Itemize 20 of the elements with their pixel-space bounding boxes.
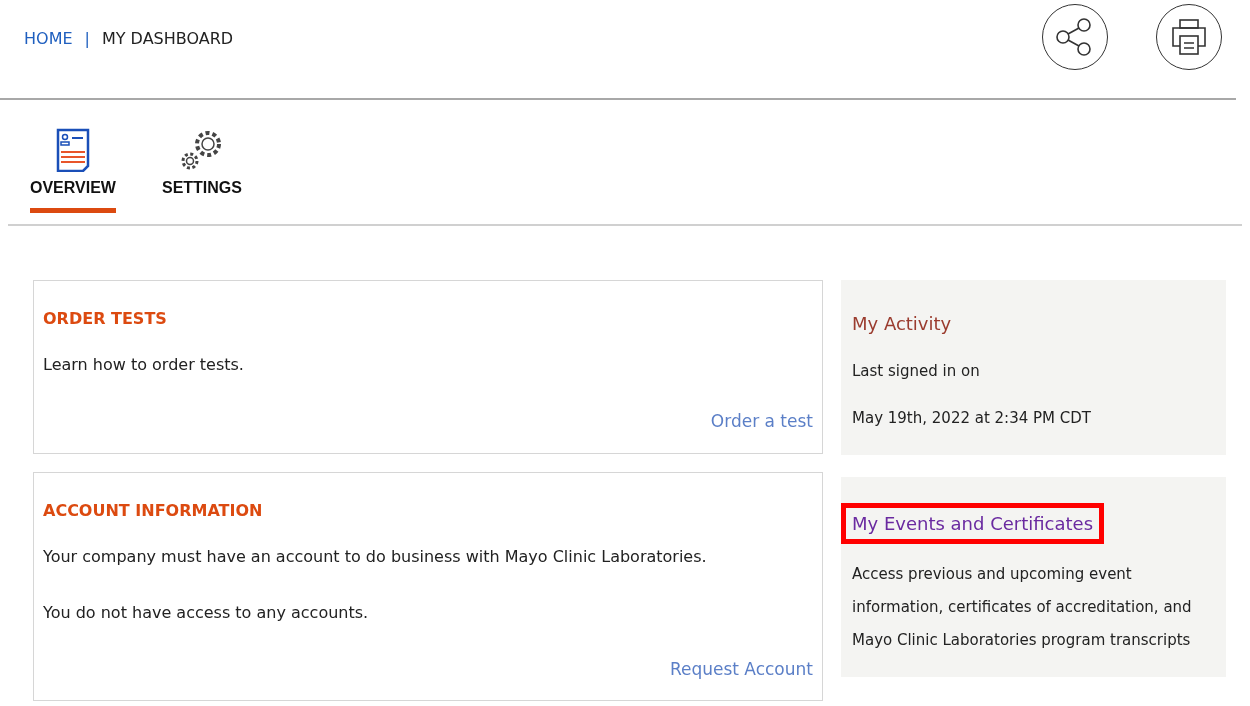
dashboard-tab[interactable]: SETTINGS (161, 128, 242, 224)
card-text: Your company must have an account to do business with Mayo Clinic Laboratories. (43, 545, 708, 568)
breadcrumb-link[interactable]: HOME (24, 27, 73, 51)
panel-text: May 19th, 2022 at 2:34 PM CDT (852, 408, 1092, 429)
card-title: ACCOUNT INFORMATION (43, 499, 264, 522)
breadcrumb-separator: | (84, 28, 90, 50)
card-link[interactable]: Request Account (669, 658, 813, 679)
document-icon (55, 128, 90, 172)
gears-icon (179, 128, 224, 172)
panel-link[interactable]: My Events and Certificates (841, 503, 1105, 544)
print-icon (1169, 17, 1209, 57)
dashboard-tab[interactable]: OVERVIEW (30, 128, 116, 224)
breadcrumb-current: MY DASHBOARD (101, 28, 234, 50)
panel-title: My Activity (852, 312, 952, 336)
panel-text: Last signed in on (852, 361, 981, 382)
card-link[interactable]: Order a test (710, 411, 813, 431)
card-text: You do not have access to any accounts. (43, 601, 370, 624)
panel-text: Access previous and upcoming event information, certificates of accreditation, and Mayo Clinic Laboratories program transcripts (852, 564, 1193, 651)
card-title: ORDER TESTS (43, 308, 168, 330)
card-text: Learn how to order tests. (43, 354, 245, 376)
